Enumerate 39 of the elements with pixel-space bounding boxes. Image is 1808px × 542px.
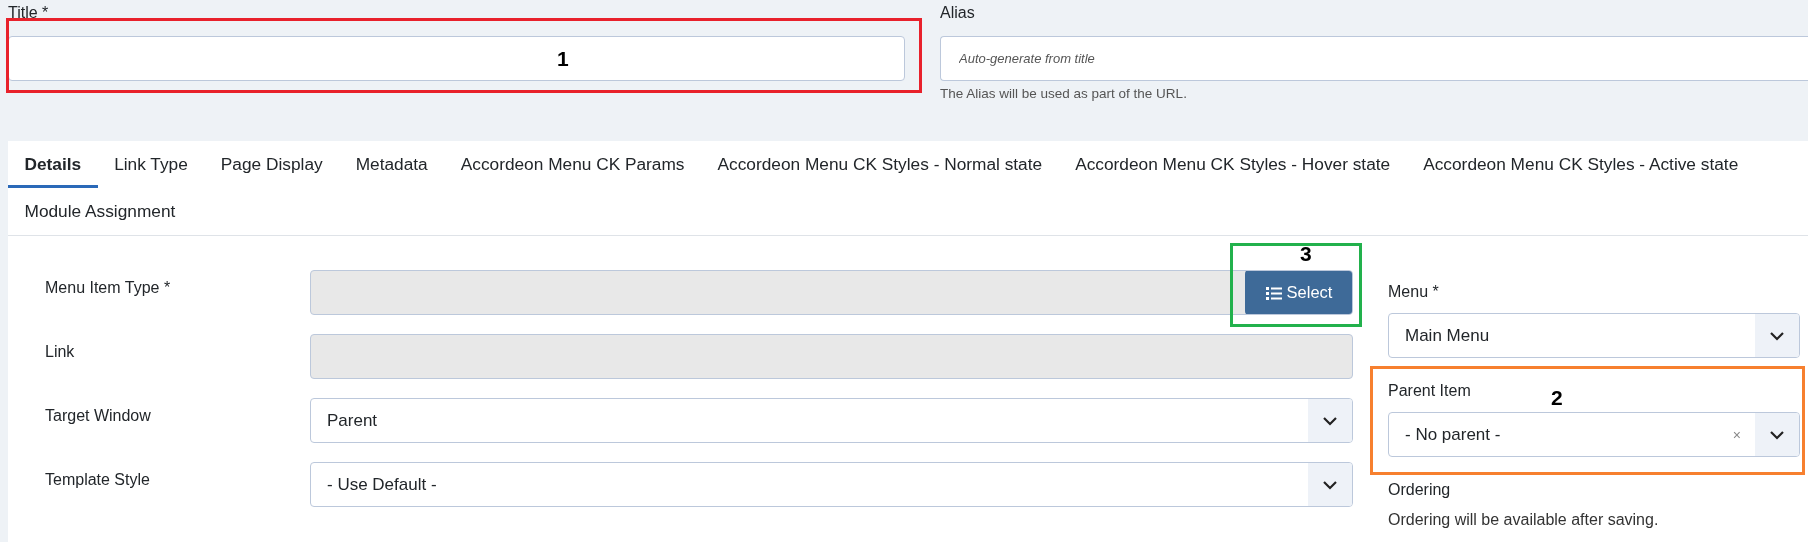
field-hint: The Alias will be used as part of the URL. [940, 86, 1188, 101]
field-label: Menu Item Type * [45, 278, 172, 298]
field-label: Link [45, 342, 76, 362]
tab[interactable]: Page Display [204, 141, 340, 188]
tab[interactable]: Accordeon Menu CK Styles - Active state [1406, 141, 1755, 188]
field-label: Target Window [45, 406, 152, 426]
alias-input[interactable]: Auto-generate from title [940, 36, 1808, 81]
select-field[interactable]: Main Menu [1388, 313, 1800, 358]
field-label: Ordering [1388, 480, 1451, 500]
field-label: Parent Item [1388, 381, 1471, 401]
select-value: - Use Default - [326, 473, 438, 496]
select-value: Parent [326, 409, 379, 432]
select-field[interactable]: - No parent - × [1388, 412, 1800, 457]
chevron-down-icon [1769, 429, 1785, 440]
ordering-note: Ordering will be available after saving. [1388, 511, 1660, 529]
chevron-down-icon [1322, 479, 1338, 490]
tab[interactable]: Accordeon Menu CK Styles - Normal state [701, 141, 1059, 188]
field-label: Alias [940, 3, 976, 23]
select-field[interactable]: Parent [310, 398, 1353, 443]
annotation-number: 3 [1300, 242, 1312, 266]
tab[interactable]: Accordeon Menu CK Params [444, 141, 701, 188]
tab[interactable]: Metadata [339, 141, 445, 188]
clear-icon[interactable]: × [1732, 413, 1755, 456]
tab[interactable]: Module Assignment [8, 188, 192, 235]
field-label: Template Style [45, 470, 151, 490]
select-value: Main Menu [1404, 324, 1491, 347]
select-button[interactable]: Select [1245, 271, 1352, 314]
field-label: Menu * [1388, 282, 1439, 302]
title-input[interactable] [8, 36, 905, 81]
select-value: - No parent - [1404, 423, 1502, 446]
chevron-down-icon [1769, 330, 1785, 341]
select-field[interactable]: - Use Default - [310, 462, 1353, 507]
annotation-number: 2 [1551, 386, 1563, 410]
chevron-down-icon [1322, 415, 1338, 426]
list-icon [1265, 285, 1282, 300]
field-label: Title * [8, 3, 50, 23]
tab[interactable]: Accordeon Menu CK Styles - Hover state [1058, 141, 1407, 188]
annotation-number: 1 [557, 47, 569, 71]
tab[interactable]: Link Type [97, 141, 205, 188]
